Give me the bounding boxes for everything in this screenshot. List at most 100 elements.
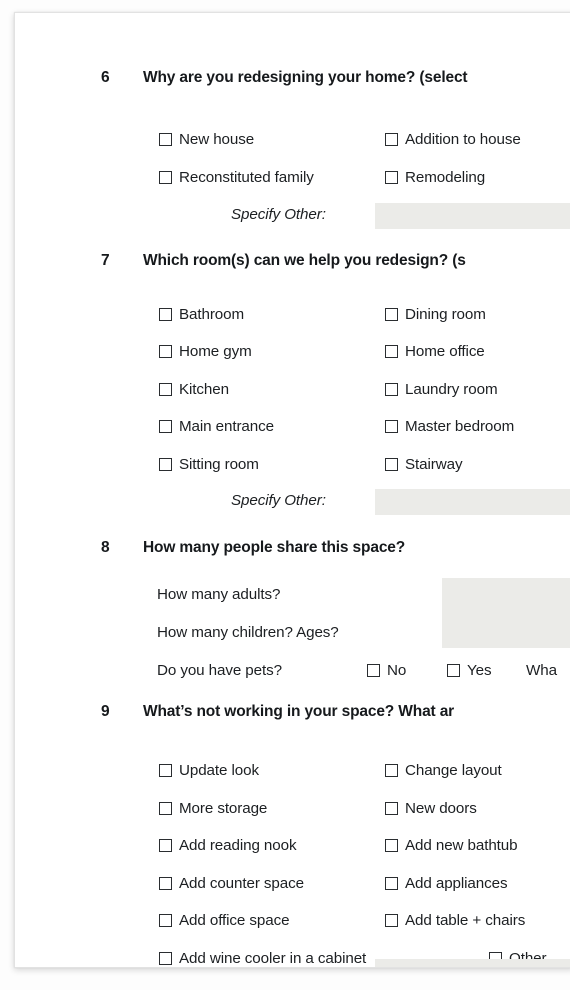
checkbox-icon[interactable]	[385, 764, 398, 777]
checkbox-option-bathroom[interactable]: Bathroom	[159, 306, 244, 323]
checkbox-option-stairway[interactable]: Stairway	[385, 456, 463, 473]
checkbox-icon[interactable]	[159, 308, 172, 321]
checkbox-option-master-bedroom[interactable]: Master bedroom	[385, 418, 514, 435]
specify-other-row-6: Specify Other:	[15, 203, 570, 231]
option-label: Home office	[405, 343, 485, 360]
checkbox-icon[interactable]	[385, 308, 398, 321]
checkbox-option-sitting-room[interactable]: Sitting room	[159, 456, 259, 473]
checkbox-option-laundry-room[interactable]: Laundry room	[385, 381, 498, 398]
specify-other-input-9[interactable]	[375, 959, 570, 967]
checkbox-icon[interactable]	[159, 877, 172, 890]
checkbox-option-add-counter-space[interactable]: Add counter space	[159, 875, 304, 892]
checkbox-icon[interactable]	[159, 345, 172, 358]
option-label: Remodeling	[405, 169, 486, 186]
checkbox-icon[interactable]	[385, 802, 398, 815]
option-label: Add reading nook	[179, 837, 297, 854]
question-block-9: 9 What’s not working in your space? What…	[15, 703, 570, 729]
question-title-6: Why are you redesigning your home? (sele…	[143, 69, 468, 86]
checkbox-option-home-office[interactable]: Home office	[385, 343, 485, 360]
document-content: 6 Why are you redesigning your home? (se…	[15, 13, 570, 967]
option-label: Change layout	[405, 762, 502, 779]
question-header-6: 6 Why are you redesigning your home? (se…	[15, 69, 570, 95]
option-label: Update look	[179, 762, 259, 779]
option-label: Add wine cooler in a cabinet	[179, 950, 367, 967]
checkbox-icon[interactable]	[385, 914, 398, 927]
checkbox-icon[interactable]	[385, 133, 398, 146]
option-label: Add office space	[179, 912, 290, 929]
checkbox-icon[interactable]	[159, 802, 172, 815]
checkbox-option-dining-room[interactable]: Dining room	[385, 306, 486, 323]
option-label: Dining room	[405, 306, 486, 323]
checkbox-icon[interactable]	[385, 420, 398, 433]
option-label: No	[387, 662, 407, 679]
checkbox-icon[interactable]	[385, 877, 398, 890]
checkbox-option-remodeling[interactable]: Remodeling	[385, 169, 485, 186]
checkbox-option-reconstituted-family[interactable]: Reconstituted family	[159, 169, 314, 186]
option-label: Bathroom	[179, 306, 245, 323]
option-label: Add table + chairs	[405, 912, 526, 929]
option-label: Yes	[467, 662, 492, 679]
option-label: Home gym	[179, 343, 252, 360]
checkbox-option-pets-yes[interactable]: Yes	[447, 662, 492, 679]
checkbox-option-main-entrance[interactable]: Main entrance	[159, 418, 274, 435]
option-label: Add new bathtub	[405, 837, 518, 854]
checkbox-icon[interactable]	[159, 420, 172, 433]
option-label: Main entrance	[179, 418, 274, 435]
adults-count-input[interactable]	[442, 578, 570, 613]
checkbox-icon[interactable]	[159, 458, 172, 471]
checkbox-icon[interactable]	[159, 133, 172, 146]
option-label: Add counter space	[179, 875, 304, 892]
specify-other-label: Specify Other:	[231, 492, 326, 509]
question-header-7: 7 Which room(s) can we help you redesign…	[15, 252, 570, 278]
checkbox-option-add-appliances[interactable]: Add appliances	[385, 875, 508, 892]
checkbox-icon[interactable]	[159, 171, 172, 184]
checkbox-option-addition-to-house[interactable]: Addition to house	[385, 131, 521, 148]
checkbox-option-add-table-chairs[interactable]: Add table + chairs	[385, 912, 525, 929]
specify-other-input-7[interactable]	[375, 489, 570, 515]
option-label: Laundry room	[405, 381, 498, 398]
question-number-9: 9	[101, 703, 110, 720]
specify-other-row-7: Specify Other:	[15, 489, 570, 517]
checkbox-icon[interactable]	[385, 171, 398, 184]
option-label: More storage	[179, 800, 268, 817]
specify-other-input-6[interactable]	[375, 203, 570, 229]
specify-other-label: Specify Other:	[231, 206, 326, 223]
checkbox-option-add-reading-nook[interactable]: Add reading nook	[159, 837, 297, 854]
checkbox-icon[interactable]	[159, 952, 172, 965]
checkbox-option-new-house[interactable]: New house	[159, 131, 254, 148]
option-label: Stairway	[405, 456, 463, 473]
children-question-label: How many children? Ages?	[157, 624, 339, 641]
checkbox-icon[interactable]	[159, 839, 172, 852]
checkbox-icon[interactable]	[159, 383, 172, 396]
checkbox-option-pets-no[interactable]: No	[367, 662, 406, 679]
checkbox-icon[interactable]	[447, 664, 460, 677]
option-label: Sitting room	[179, 456, 259, 473]
checkbox-option-add-office-space[interactable]: Add office space	[159, 912, 290, 929]
checkbox-option-add-new-bathtub[interactable]: Add new bathtub	[385, 837, 518, 854]
checkbox-option-update-look[interactable]: Update look	[159, 762, 259, 779]
document-sheet: 6 Why are you redesigning your home? (se…	[14, 12, 570, 968]
checkbox-icon[interactable]	[385, 458, 398, 471]
pets-followup-text: Wha	[526, 662, 557, 679]
checkbox-option-new-doors[interactable]: New doors	[385, 800, 477, 817]
question-title-8: How many people share this space?	[143, 539, 406, 556]
checkbox-option-change-layout[interactable]: Change layout	[385, 762, 502, 779]
checkbox-icon[interactable]	[159, 914, 172, 927]
question-number-7: 7	[101, 252, 110, 269]
question-header-9: 9 What’s not working in your space? What…	[15, 703, 570, 729]
question-title-9: What’s not working in your space? What a…	[143, 703, 455, 720]
children-count-input[interactable]	[442, 613, 570, 648]
checkbox-option-more-storage[interactable]: More storage	[159, 800, 267, 817]
checkbox-option-kitchen[interactable]: Kitchen	[159, 381, 229, 398]
option-label: Addition to house	[405, 131, 521, 148]
checkbox-icon[interactable]	[385, 383, 398, 396]
checkbox-icon[interactable]	[385, 345, 398, 358]
checkbox-icon[interactable]	[367, 664, 380, 677]
checkbox-icon[interactable]	[385, 839, 398, 852]
checkbox-option-add-wine-cooler[interactable]: Add wine cooler in a cabinet	[159, 950, 366, 967]
question-number-6: 6	[101, 69, 110, 86]
option-label: New house	[179, 131, 255, 148]
question-number-8: 8	[101, 539, 110, 556]
checkbox-icon[interactable]	[159, 764, 172, 777]
checkbox-option-home-gym[interactable]: Home gym	[159, 343, 252, 360]
